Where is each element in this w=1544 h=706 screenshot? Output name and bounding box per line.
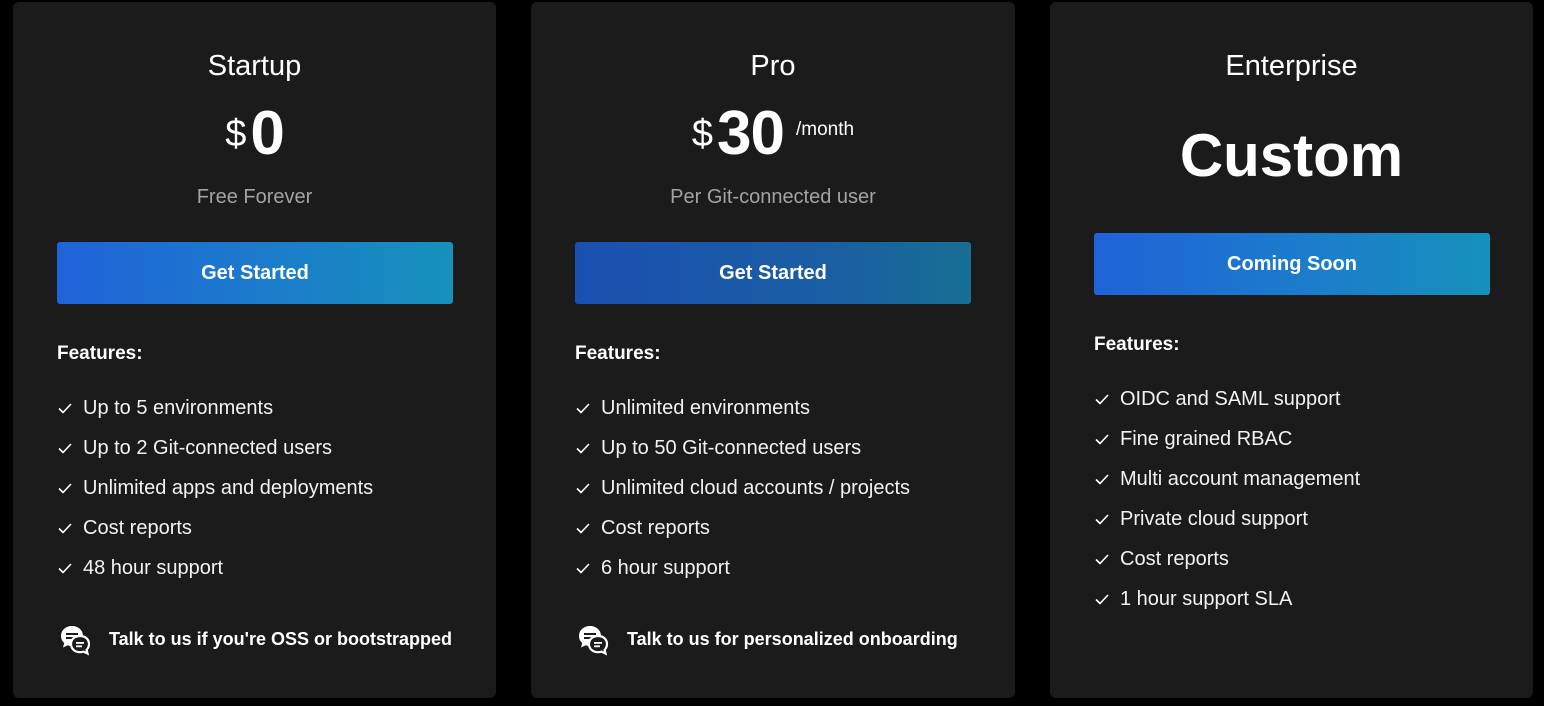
coming-soon-button[interactable]: Coming Soon <box>1094 233 1490 295</box>
contact-link-onboarding[interactable]: Talk to us for personalized onboarding <box>575 622 958 656</box>
check-icon <box>57 440 73 456</box>
feature-item: Fine grained RBAC <box>1094 419 1360 459</box>
feature-label: Fine grained RBAC <box>1120 427 1293 450</box>
feature-list: Unlimited environments Up to 50 Git-conn… <box>575 388 910 588</box>
chat-bubbles-icon <box>575 622 609 656</box>
check-icon <box>1094 391 1110 407</box>
feature-item: Up to 2 Git-connected users <box>57 428 373 468</box>
contact-link-label[interactable]: Talk to us for personalized onboarding <box>627 629 958 650</box>
check-icon <box>1094 431 1110 447</box>
price-subtitle: Free Forever <box>196 186 313 208</box>
feature-label: Unlimited apps and deployments <box>83 476 374 499</box>
currency-symbol: $ <box>225 113 247 155</box>
plan-name: Startup <box>207 50 302 82</box>
feature-label: Up to 2 Git-connected users <box>83 436 333 459</box>
price: $ 30 /month <box>531 98 1015 170</box>
feature-item: Up to 50 Git-connected users <box>575 428 910 468</box>
get-started-button[interactable]: Get Started <box>575 242 971 304</box>
get-started-button[interactable]: Get Started <box>57 242 453 304</box>
feature-label: Multi account management <box>1120 467 1361 490</box>
chat-bubbles-icon <box>57 622 91 656</box>
features-heading: Features: <box>575 343 661 364</box>
feature-item: Private cloud support <box>1094 499 1360 539</box>
feature-item: Cost reports <box>1094 539 1360 579</box>
price-custom: Custom <box>1179 122 1404 189</box>
feature-item: Unlimited apps and deployments <box>57 468 373 508</box>
feature-list: Up to 5 environments Up to 2 Git-connect… <box>57 388 373 588</box>
features-heading: Features: <box>57 343 143 364</box>
contact-link-label[interactable]: Talk to us if you're OSS or bootstrapped <box>109 629 452 650</box>
price-subtitle: Per Git-connected user <box>670 186 876 208</box>
feature-label: Up to 50 Git-connected users <box>601 436 862 459</box>
feature-label: Unlimited cloud accounts / projects <box>601 476 911 499</box>
check-icon <box>57 520 73 536</box>
feature-item: Cost reports <box>57 508 373 548</box>
check-icon <box>575 560 591 576</box>
check-icon <box>1094 471 1110 487</box>
check-icon <box>575 480 591 496</box>
feature-item: Unlimited environments <box>575 388 910 428</box>
check-icon <box>57 480 73 496</box>
feature-item: OIDC and SAML support <box>1094 379 1360 419</box>
check-icon <box>575 440 591 456</box>
price-amount: 30 <box>717 99 785 168</box>
currency-symbol: $ <box>691 113 714 155</box>
pricing-card-enterprise: Enterprise Custom Coming Soon Features: … <box>1050 2 1533 698</box>
plan-name: Enterprise <box>1225 50 1358 82</box>
feature-item: Multi account management <box>1094 459 1360 499</box>
feature-item: 1 hour support SLA <box>1094 579 1360 619</box>
feature-label: 48 hour support <box>83 556 224 579</box>
price-period: /month <box>796 119 855 140</box>
feature-label: Cost reports <box>83 516 192 539</box>
check-icon <box>1094 591 1110 607</box>
feature-item: 48 hour support <box>57 548 373 588</box>
contact-link-oss[interactable]: Talk to us if you're OSS or bootstrapped <box>57 622 452 656</box>
feature-item: Up to 5 environments <box>57 388 373 428</box>
check-icon <box>1094 551 1110 567</box>
feature-label: 1 hour support SLA <box>1120 587 1293 610</box>
feature-item: Unlimited cloud accounts / projects <box>575 468 910 508</box>
feature-label: Up to 5 environments <box>83 396 274 419</box>
pricing-card-pro: Pro $ 30 /month Per Git-connected user G… <box>531 2 1015 698</box>
price: $ 0 <box>13 98 496 170</box>
price-amount: 0 <box>250 99 284 168</box>
features-heading: Features: <box>1094 334 1180 355</box>
feature-label: Cost reports <box>1120 547 1229 570</box>
check-icon <box>57 560 73 576</box>
check-icon <box>1094 511 1110 527</box>
check-icon <box>57 400 73 416</box>
feature-label: Private cloud support <box>1120 507 1308 530</box>
feature-item: Cost reports <box>575 508 910 548</box>
check-icon <box>575 400 591 416</box>
feature-label: Cost reports <box>601 516 710 539</box>
feature-item: 6 hour support <box>575 548 910 588</box>
plan-name: Pro <box>750 50 796 82</box>
feature-list: OIDC and SAML support Fine grained RBAC … <box>1094 379 1360 619</box>
feature-label: 6 hour support <box>601 556 730 579</box>
check-icon <box>575 520 591 536</box>
feature-label: Unlimited environments <box>601 396 810 419</box>
feature-label: OIDC and SAML support <box>1120 387 1341 410</box>
pricing-card-startup: Startup $ 0 Free Forever Get Started Fea… <box>13 2 496 698</box>
